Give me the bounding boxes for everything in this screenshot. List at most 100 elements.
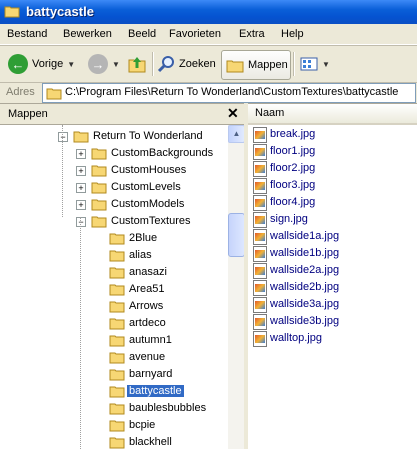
menu-bestand[interactable]: Bestand [7,28,47,40]
views-dropdown-icon[interactable]: ▼ [322,60,330,69]
tree-item-label: artdeco [129,317,166,329]
tree-item[interactable]: bcpie [0,417,228,434]
tree-item-label: bcpie [129,419,156,431]
folder-tree: − Return To Wonderland + CustomBackgrounds +… [0,125,228,449]
menu-extra[interactable]: Extra [239,28,265,40]
back-label: Vorige [32,58,64,70]
file-name: floor4.jpg [270,196,316,208]
file-item[interactable]: wallside2a.jpg [253,262,403,279]
expand-icon[interactable]: + [76,183,86,193]
tree-item[interactable]: Area51 [0,281,228,298]
jpg-file-icon [253,246,267,262]
back-dropdown-icon[interactable]: ▼ [67,60,75,69]
search-button[interactable]: Zoeken [157,50,216,78]
forward-button[interactable]: → ▼ [88,50,120,78]
file-item[interactable]: wallside1b.jpg [253,245,403,262]
folder-scrollbar[interactable]: ▲ [228,125,245,449]
menu-favorieten[interactable]: Favorieten [169,28,221,40]
tree-item-label: Return To Wonderland [93,130,203,142]
tree-item[interactable]: − CustomTextures [0,213,228,230]
tree-item-label: battycastle [127,385,184,397]
folder-icon [109,367,125,384]
file-item[interactable]: wallside3b.jpg [253,313,403,330]
file-item[interactable]: break.jpg [253,126,403,143]
file-item[interactable]: sign.jpg [253,211,403,228]
tree-item[interactable]: autumn1 [0,332,228,349]
file-item[interactable]: floor2.jpg [253,160,403,177]
close-icon[interactable]: ✕ [227,105,239,122]
folder-up-icon [128,57,146,73]
file-item[interactable]: walltop.jpg [253,330,403,347]
tree-item-label: anasazi [129,266,167,278]
file-item[interactable]: wallside1a.jpg [253,228,403,245]
expand-icon[interactable]: + [76,166,86,176]
tree-item[interactable]: barnyard [0,366,228,383]
file-item[interactable]: wallside3a.jpg [253,296,403,313]
menu-bewerken[interactable]: Bewerken [63,28,112,40]
file-name: wallside2a.jpg [270,264,340,276]
address-label: Adres [6,86,35,98]
tree-item[interactable]: anasazi [0,264,228,281]
folder-icon [109,333,125,350]
tree-item[interactable]: 2Blue [0,230,228,247]
address-bar: Adres C:\Program Files\Return To Wonderl… [0,83,417,103]
folder-icon [4,6,20,18]
tree-item[interactable]: baublesbubbles [0,400,228,417]
back-button[interactable]: ← Vorige ▼ [8,50,75,78]
up-button[interactable] [127,50,147,78]
file-item[interactable]: floor3.jpg [253,177,403,194]
collapse-icon[interactable]: − [58,132,68,142]
folder-pane: Mappen ✕ − Return To Wonderland + CustomBac… [0,103,245,449]
folder-icon [91,163,107,180]
tree-item[interactable]: + CustomLevels [0,179,228,196]
tree-item[interactable]: + CustomBackgrounds [0,145,228,162]
folder-icon [91,146,107,163]
file-name: wallside1b.jpg [270,247,340,259]
file-item[interactable]: wallside2b.jpg [253,279,403,296]
tree-connector [80,217,81,449]
folder-pane-title: Mappen [8,108,48,120]
back-arrow-icon: ← [8,54,28,74]
tree-item[interactable]: + CustomHouses [0,162,228,179]
folder-icon [109,282,125,299]
scroll-thumb[interactable] [228,213,245,257]
tree-connector [62,125,63,217]
tree-item-label: baublesbubbles [129,402,207,414]
tree-item[interactable]: avenue [0,349,228,366]
tree-item-label: CustomHouses [111,164,187,176]
search-label: Zoeken [179,58,216,70]
menu-help[interactable]: Help [281,28,304,40]
expand-icon[interactable]: + [76,149,86,159]
tree-item[interactable]: + CustomModels [0,196,228,213]
tree-item[interactable]: alias [0,247,228,264]
tree-item[interactable]: battycastle [0,383,228,400]
tree-item[interactable]: Arrows [0,298,228,315]
address-field[interactable]: C:\Program Files\Return To Wonderland\Cu… [42,83,416,103]
menu-beeld[interactable]: Beeld [128,28,156,40]
jpg-file-icon [253,280,267,296]
jpg-file-icon [253,331,267,347]
collapse-icon[interactable]: − [76,217,86,227]
tree-item-label: avenue [129,351,166,363]
tree-item-label: Area51 [129,283,165,295]
tree-item-label: barnyard [129,368,173,380]
file-item[interactable]: floor4.jpg [253,194,403,211]
file-item[interactable]: floor1.jpg [253,143,403,160]
title-bar[interactable]: battycastle [0,0,417,24]
jpg-file-icon [253,144,267,160]
forward-dropdown-icon[interactable]: ▼ [112,60,120,69]
folders-label: Mappen [248,59,288,71]
column-header-name[interactable]: Naam [248,104,417,125]
column-header-label: Naam [255,107,285,119]
file-name: floor2.jpg [270,162,316,174]
folders-button[interactable]: Mappen [221,50,291,80]
views-button[interactable]: ▼ [300,50,330,78]
tree-item[interactable]: artdeco [0,315,228,332]
scroll-up-icon[interactable]: ▲ [228,125,245,143]
folder-icon [109,265,125,282]
tree-item[interactable]: − Return To Wonderland [0,128,228,145]
jpg-file-icon [253,229,267,245]
tree-item[interactable]: blackhell [0,434,228,449]
file-name: wallside1a.jpg [270,230,340,242]
expand-icon[interactable]: + [76,200,86,210]
